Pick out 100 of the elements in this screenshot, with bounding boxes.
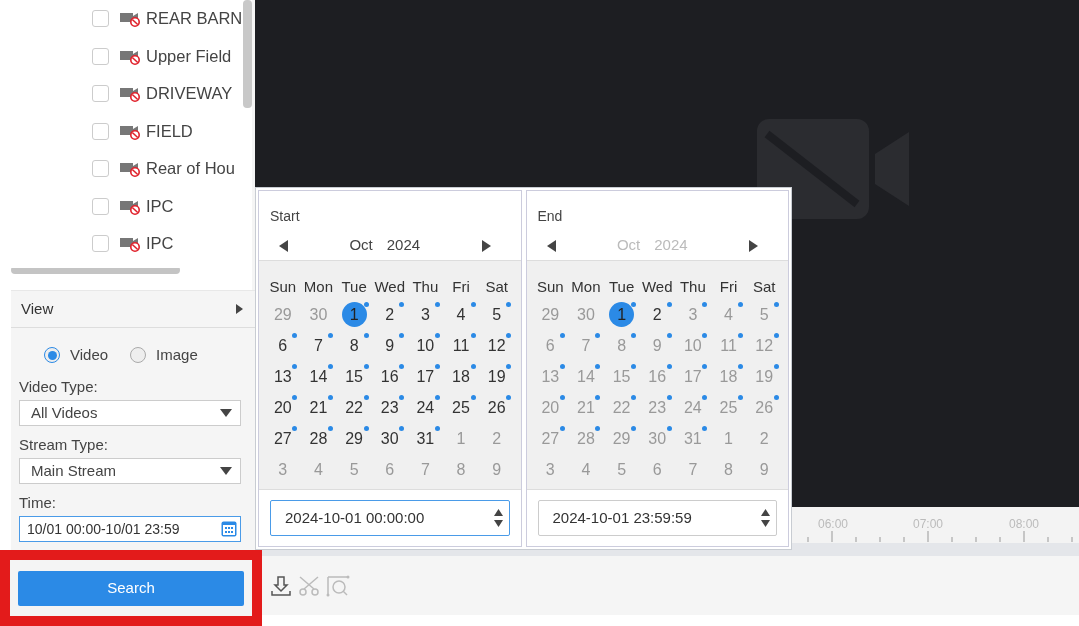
calendar-day[interactable]: 26 xyxy=(751,395,777,420)
month-label[interactable]: Oct xyxy=(349,234,373,257)
calendar-day[interactable]: 6 xyxy=(377,457,403,482)
calendar-day[interactable]: 13 xyxy=(537,364,563,389)
calendar-day[interactable]: 7 xyxy=(573,333,599,358)
time-spin-field[interactable]: 2024-10-01 23:59:59 xyxy=(537,500,777,536)
calendar-day[interactable]: 14 xyxy=(573,364,599,389)
calendar-day[interactable]: 4 xyxy=(448,302,474,327)
calendar-day[interactable]: 20 xyxy=(537,395,563,420)
calendar-day[interactable]: 6 xyxy=(270,333,296,358)
calendar-day[interactable]: 13 xyxy=(270,364,296,389)
calendar-day[interactable]: 4 xyxy=(573,457,599,482)
calendar-day[interactable]: 25 xyxy=(448,395,474,420)
calendar-day[interactable]: 27 xyxy=(270,426,296,451)
calendar-day[interactable]: 20 xyxy=(270,395,296,420)
calendar-day[interactable]: 17 xyxy=(680,364,706,389)
calendar-day[interactable]: 23 xyxy=(644,395,670,420)
calendar-day[interactable]: 8 xyxy=(716,457,741,482)
camera-checkbox[interactable] xyxy=(92,10,109,28)
calendar-day[interactable]: 18 xyxy=(716,364,741,389)
calendar-day[interactable]: 1 xyxy=(609,302,635,327)
camera-checkbox[interactable] xyxy=(92,235,109,253)
calendar-day[interactable]: 11 xyxy=(448,333,474,358)
calendar-day[interactable]: 16 xyxy=(377,364,403,389)
calendar-day[interactable]: 5 xyxy=(609,457,635,482)
calendar-day[interactable]: 22 xyxy=(609,395,635,420)
calendar-day[interactable]: 14 xyxy=(305,364,331,389)
vertical-scrollbar[interactable] xyxy=(243,0,252,108)
calendar-day[interactable]: 23 xyxy=(377,395,403,420)
calendar-day[interactable]: 12 xyxy=(484,333,510,358)
calendar-day[interactable]: 10 xyxy=(412,333,438,358)
calendar-day[interactable]: 2 xyxy=(377,302,403,327)
calendar-day[interactable]: 8 xyxy=(609,333,635,358)
calendar-day[interactable]: 7 xyxy=(412,457,438,482)
calendar-day[interactable]: 28 xyxy=(573,426,599,451)
calendar-day[interactable]: 21 xyxy=(573,395,599,420)
month-label[interactable]: Oct xyxy=(616,234,641,257)
spin-down-icon[interactable] xyxy=(761,520,770,527)
calendar-day[interactable]: 19 xyxy=(751,364,777,389)
calendar-day[interactable]: 9 xyxy=(751,457,777,482)
calendar-day[interactable]: 17 xyxy=(412,364,438,389)
calendar-day[interactable]: 30 xyxy=(305,302,331,327)
spin-up-icon[interactable] xyxy=(493,509,503,516)
download-icon[interactable] xyxy=(270,574,292,597)
previous-month-button[interactable] xyxy=(279,239,288,252)
calendar-icon[interactable] xyxy=(221,521,237,537)
calendar-day[interactable]: 3 xyxy=(537,457,563,482)
video-type-dropdown[interactable]: All Videos xyxy=(19,400,241,426)
calendar-day[interactable]: 10 xyxy=(680,333,706,358)
next-month-button[interactable] xyxy=(481,239,491,252)
calendar-day[interactable]: 21 xyxy=(305,395,331,420)
spin-up-icon[interactable] xyxy=(761,509,770,516)
media-type-radio[interactable]: Video xyxy=(44,343,109,367)
stream-type-dropdown[interactable]: Main Stream xyxy=(19,458,241,484)
media-type-radio[interactable]: Image xyxy=(130,343,198,367)
time-spin-field[interactable]: 2024-10-01 00:00:00 xyxy=(270,500,510,536)
search-button[interactable]: Search xyxy=(18,570,244,606)
calendar-day[interactable]: 4 xyxy=(305,457,331,482)
calendar-day[interactable]: 9 xyxy=(484,457,510,482)
calendar-day[interactable]: 30 xyxy=(573,302,599,327)
calendar-day[interactable]: 1 xyxy=(716,426,741,451)
calendar-day[interactable]: 12 xyxy=(751,333,777,358)
calendar-day[interactable]: 24 xyxy=(680,395,706,420)
calendar-day[interactable]: 9 xyxy=(644,333,670,358)
calendar-day[interactable]: 29 xyxy=(341,426,367,451)
calendar-day[interactable]: 31 xyxy=(680,426,706,451)
calendar-day[interactable]: 2 xyxy=(484,426,510,451)
calendar-day[interactable]: 29 xyxy=(537,302,563,327)
calendar-day[interactable]: 25 xyxy=(716,395,741,420)
calendar-day[interactable]: 29 xyxy=(609,426,635,451)
calendar-day[interactable]: 28 xyxy=(305,426,331,451)
year-label[interactable]: 2024 xyxy=(386,234,421,257)
calendar-day[interactable]: 1 xyxy=(341,302,367,327)
calendar-day[interactable]: 6 xyxy=(537,333,563,358)
calendar-day[interactable]: 16 xyxy=(644,364,670,389)
calendar-day[interactable]: 18 xyxy=(448,364,474,389)
calendar-day[interactable]: 2 xyxy=(644,302,670,327)
calendar-day[interactable]: 11 xyxy=(716,333,741,358)
spin-down-icon[interactable] xyxy=(493,520,503,527)
scissors-icon[interactable] xyxy=(298,574,320,597)
calendar-day[interactable]: 4 xyxy=(716,302,741,327)
horizontal-scrollbar[interactable] xyxy=(11,266,180,274)
calendar-day[interactable]: 30 xyxy=(377,426,403,451)
calendar-day[interactable]: 2 xyxy=(751,426,777,451)
calendar-day[interactable]: 3 xyxy=(270,457,296,482)
calendar-day[interactable]: 22 xyxy=(341,395,367,420)
zoom-region-icon[interactable] xyxy=(326,574,350,597)
camera-checkbox[interactable] xyxy=(92,47,109,65)
next-month-button[interactable] xyxy=(749,239,758,252)
calendar-day[interactable]: 3 xyxy=(412,302,438,327)
calendar-day[interactable]: 29 xyxy=(270,302,296,327)
calendar-day[interactable]: 30 xyxy=(644,426,670,451)
year-label[interactable]: 2024 xyxy=(654,234,688,257)
calendar-day[interactable]: 9 xyxy=(377,333,403,358)
calendar-day[interactable]: 27 xyxy=(537,426,563,451)
calendar-day[interactable]: 3 xyxy=(680,302,706,327)
calendar-day[interactable]: 7 xyxy=(680,457,706,482)
camera-checkbox[interactable] xyxy=(92,85,109,103)
calendar-day[interactable]: 5 xyxy=(751,302,777,327)
calendar-day[interactable]: 26 xyxy=(484,395,510,420)
